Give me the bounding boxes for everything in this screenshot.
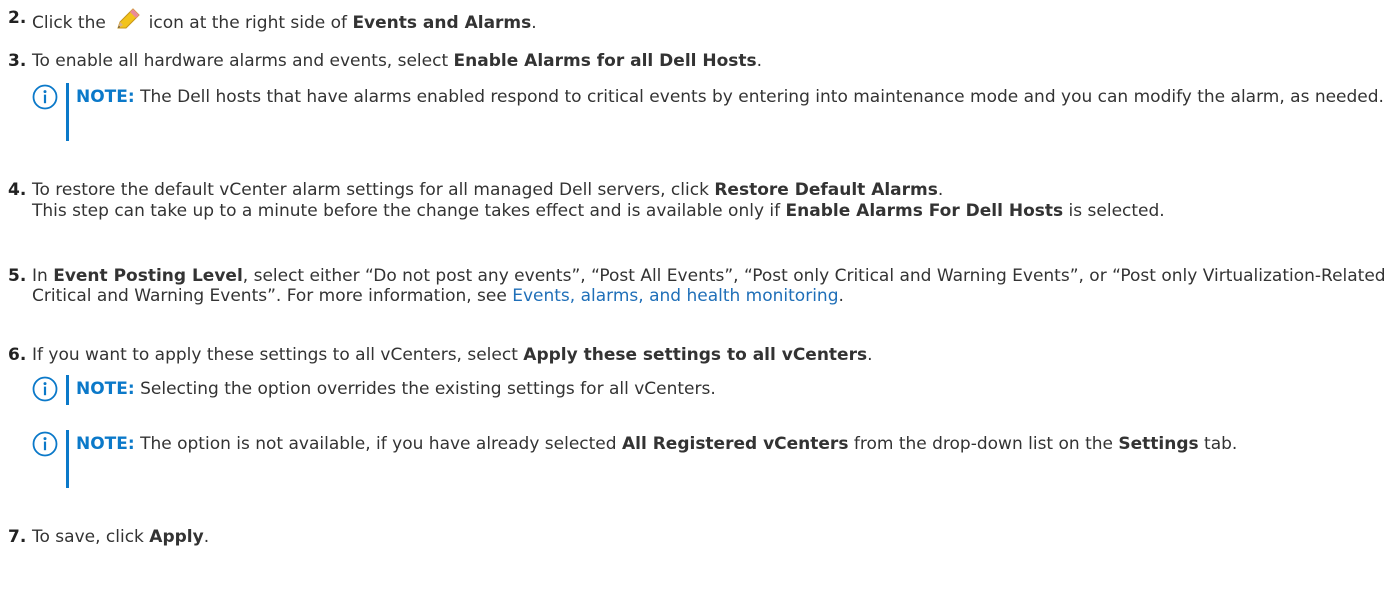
note-bar [66,375,69,405]
info-icon [32,84,58,110]
step-7: 7. To save, click Apply. [8,527,1387,547]
note-label: NOTE: [76,434,135,454]
note-text: NOTE: The option is not available, if yo… [76,430,1387,459]
ui-term-enable-alarms: Enable Alarms for all Dell Hosts [453,51,757,71]
step-text: To save, click [32,527,150,547]
note-bar [66,430,69,488]
ui-term-restore-default-alarms: Restore Default Alarms [714,180,938,200]
note-body: Selecting the option overrides the exist… [134,379,716,399]
step-2: 2. Click the icon at the right side of E… [8,8,1387,33]
step-text: In [32,266,54,286]
note-text: NOTE: Selecting the option overrides the… [76,375,1387,404]
step-detail-text: is selected. [1063,201,1165,221]
note-label: NOTE: [76,87,135,107]
note-body: from the drop-down list on the [848,434,1119,454]
info-icon [32,376,58,402]
note-2: NOTE: Selecting the option overrides the… [32,375,1387,405]
note-body: The option is not available, if you have… [134,434,622,454]
info-icon [32,431,58,457]
note-text: NOTE: The Dell hosts that have alarms en… [76,83,1387,112]
step-detail: This step can take up to a minute before… [32,201,1387,221]
step-text: To enable all hardware alarms and events… [32,51,454,71]
ui-term-apply: Apply [149,527,204,547]
step-number: 2. [8,8,27,28]
ui-term-settings: Settings [1118,434,1199,454]
step-number: 4. [8,180,27,200]
step-punct: . [937,180,944,200]
note-3: NOTE: The option is not available, if yo… [32,430,1387,488]
note-1: NOTE: The Dell hosts that have alarms en… [32,83,1387,141]
step-3: 3. To enable all hardware alarms and eve… [8,51,1387,71]
step-text: Click the [32,13,112,33]
ui-term-events-and-alarms: Events and Alarms [352,13,532,33]
step-punct: . [867,345,873,365]
pencil-icon [117,8,140,29]
step-text: If you want to apply these settings to a… [32,345,524,365]
step-text: icon at the right side of [143,13,353,33]
note-bar [66,83,69,141]
note-label: NOTE: [76,379,135,399]
step-number: 7. [8,527,27,547]
ui-term-event-posting-level: Event Posting Level [53,266,243,286]
note-body: The Dell hosts that have alarms enabled … [134,87,1384,107]
step-punct: . [838,286,844,306]
step-number: 3. [8,51,27,71]
ui-term-apply-all-vcenters: Apply these settings to all vCenters [523,345,868,365]
step-6: 6. If you want to apply these settings t… [8,345,1387,365]
ui-term-all-registered-vcenters: All Registered vCenters [621,434,849,454]
step-4: 4. To restore the default vCenter alarm … [8,180,1387,221]
step-number: 6. [8,345,27,365]
step-text: To restore the default vCenter alarm set… [32,180,715,200]
events-alarms-health-link[interactable]: Events, alarms, and health monitoring [512,286,838,306]
ui-term-enable-alarms-dell-hosts: Enable Alarms For Dell Hosts [785,201,1064,221]
step-5: 5. In Event Posting Level, select either… [8,266,1387,306]
note-body: tab. [1198,434,1238,454]
step-detail-text: This step can take up to a minute before… [32,201,786,221]
step-punct: . [531,13,537,33]
step-punct: . [756,51,763,71]
step-number: 5. [8,266,27,286]
step-punct: . [203,527,210,547]
